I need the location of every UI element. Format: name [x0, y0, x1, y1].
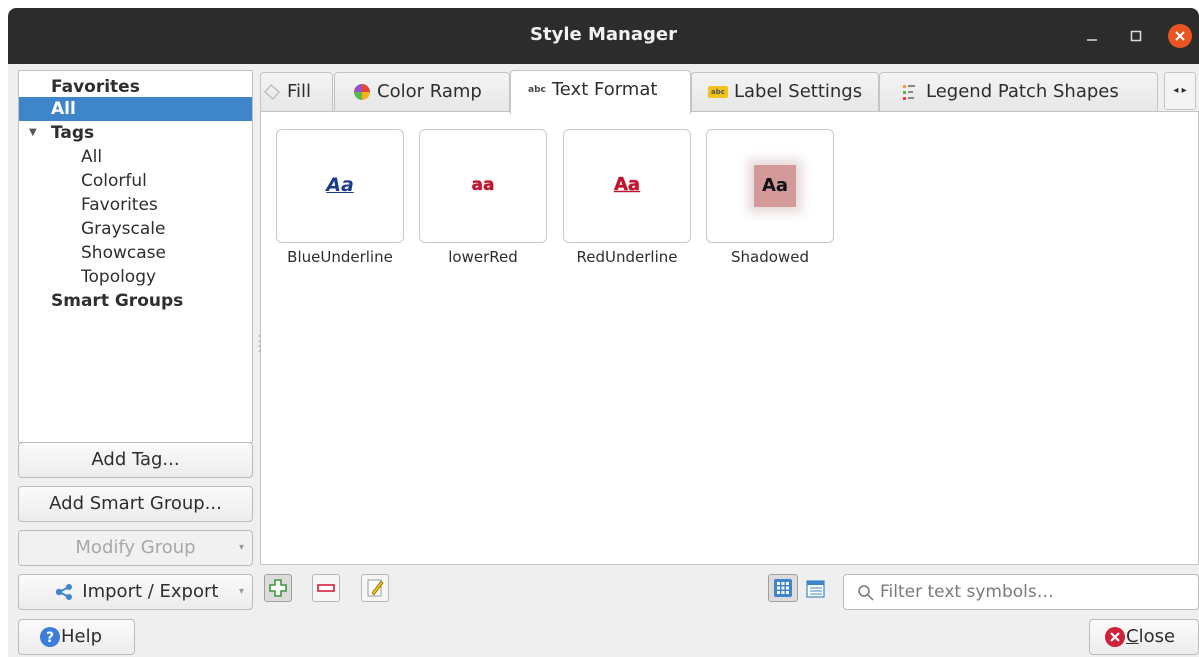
- tab-color-ramp[interactable]: Color Ramp: [334, 72, 510, 112]
- minimize-icon: [1087, 39, 1097, 41]
- title-bar: Style Manager: [8, 8, 1199, 64]
- tab-text-format-label: Text Format: [551, 79, 658, 100]
- remove-item-button[interactable]: [312, 574, 340, 602]
- symbol-preview: aa: [471, 175, 495, 195]
- symbol-type-tabs: Fill Color Ramp abc Text Format abc Label …: [260, 70, 1199, 114]
- symbol-label: RedUnderline: [576, 248, 678, 266]
- add-smart-group-button[interactable]: Add Smart Group...: [18, 486, 253, 522]
- chevron-down-icon: ▾: [238, 542, 244, 553]
- tree-item-favorites[interactable]: Favorites: [19, 75, 252, 99]
- style-manager-window: Style Manager Favorites All ▼ Tags All C…: [8, 8, 1199, 657]
- svg-text:?: ?: [46, 630, 54, 646]
- symbol-grid[interactable]: Aa BlueUnderline aa lowerRed Aa RedUnder…: [260, 111, 1199, 565]
- symbol-label: BlueUnderline: [287, 248, 393, 266]
- add-item-button[interactable]: [264, 574, 292, 602]
- symbol-tile-lowerred[interactable]: aa: [419, 129, 547, 243]
- tab-color-ramp-label: Color Ramp: [377, 81, 482, 102]
- close-icon: [1175, 31, 1185, 41]
- icon-view-button[interactable]: [768, 574, 798, 602]
- chevron-down-icon[interactable]: ▼: [29, 121, 37, 145]
- grid-view-icon: [774, 579, 792, 597]
- import-export-label: Import / Export: [82, 581, 219, 602]
- close-button[interactable]: Close: [1089, 619, 1199, 655]
- plus-icon: [269, 579, 287, 597]
- tab-fill-label: Fill: [287, 81, 312, 102]
- label-settings-icon: abc: [708, 86, 728, 98]
- close-label: lose: [1138, 626, 1176, 647]
- share-icon: [55, 584, 72, 600]
- add-tag-button[interactable]: Add Tag...: [18, 442, 253, 478]
- list-view-button[interactable]: [804, 576, 828, 602]
- symbol-preview: Aa: [754, 165, 796, 207]
- tab-text-format[interactable]: abc Text Format: [510, 70, 691, 114]
- edit-icon: [367, 579, 384, 597]
- list-view-icon: [806, 580, 825, 598]
- symbol-label: Shadowed: [731, 248, 809, 266]
- symbol-tile-blueunderline[interactable]: Aa: [276, 129, 404, 243]
- symbol-preview: Aa: [613, 174, 641, 195]
- symbol-preview: Aa: [326, 174, 354, 196]
- legend-patch-icon: [903, 85, 915, 100]
- search-icon: [858, 585, 874, 601]
- modify-group-label: Modify Group: [75, 537, 196, 558]
- symbol-tile-shadowed[interactable]: Aa: [706, 129, 834, 243]
- help-icon: ?: [40, 627, 60, 647]
- minimize-button[interactable]: [1080, 24, 1104, 48]
- help-label: Help: [61, 626, 103, 647]
- tab-legend-patch-shapes-label: Legend Patch Shapes: [926, 81, 1119, 102]
- window-close-button[interactable]: [1168, 24, 1192, 48]
- chevron-right-icon[interactable]: ▸: [1182, 85, 1187, 96]
- tab-fill[interactable]: Fill: [260, 72, 333, 112]
- maximize-icon: [1130, 30, 1142, 42]
- close-mnemonic: C: [1126, 626, 1139, 647]
- tab-legend-patch-shapes[interactable]: Legend Patch Shapes: [879, 72, 1158, 112]
- chevron-left-icon[interactable]: ◂: [1173, 85, 1178, 96]
- tab-scroll-buttons: ◂ ▸: [1164, 72, 1196, 110]
- symbol-tile-redunderline[interactable]: Aa: [563, 129, 691, 243]
- filter-input[interactable]: [880, 579, 1180, 605]
- tree-item-tag-grayscale[interactable]: Grayscale: [19, 217, 252, 241]
- color-ramp-icon: [354, 84, 370, 100]
- close-circle-icon: [1105, 627, 1125, 647]
- minus-icon: [317, 584, 335, 592]
- window-title: Style Manager: [530, 24, 677, 45]
- tree-item-tags[interactable]: ▼ Tags: [19, 121, 252, 145]
- tree-item-tags-label: Tags: [51, 123, 95, 143]
- tree-item-tag-all[interactable]: All: [19, 145, 252, 169]
- filter-field[interactable]: [843, 574, 1199, 610]
- import-export-button[interactable]: Import / Export ▾: [18, 574, 253, 610]
- tree-item-smart-groups[interactable]: Smart Groups: [19, 289, 252, 313]
- symbol-label: lowerRed: [448, 248, 518, 266]
- tab-label-settings-label: Label Settings: [734, 81, 863, 102]
- maximize-button[interactable]: [1124, 24, 1148, 48]
- tree-item-tag-favorites[interactable]: Favorites: [19, 193, 252, 217]
- modify-group-button: Modify Group ▾: [18, 530, 253, 566]
- edit-item-button[interactable]: [361, 574, 389, 602]
- group-tree[interactable]: Favorites All ▼ Tags All Colorful Favori…: [18, 70, 253, 443]
- tree-item-tag-topology[interactable]: Topology: [19, 265, 252, 289]
- tab-label-settings[interactable]: abc Label Settings: [691, 72, 879, 112]
- fill-icon: [264, 84, 280, 100]
- text-format-icon: abc: [528, 85, 546, 95]
- help-button[interactable]: ? Help: [18, 619, 135, 655]
- tree-item-tag-showcase[interactable]: Showcase: [19, 241, 252, 265]
- tree-item-tag-colorful[interactable]: Colorful: [19, 169, 252, 193]
- chevron-down-icon[interactable]: ▾: [239, 575, 244, 609]
- tree-item-all[interactable]: All: [19, 97, 252, 121]
